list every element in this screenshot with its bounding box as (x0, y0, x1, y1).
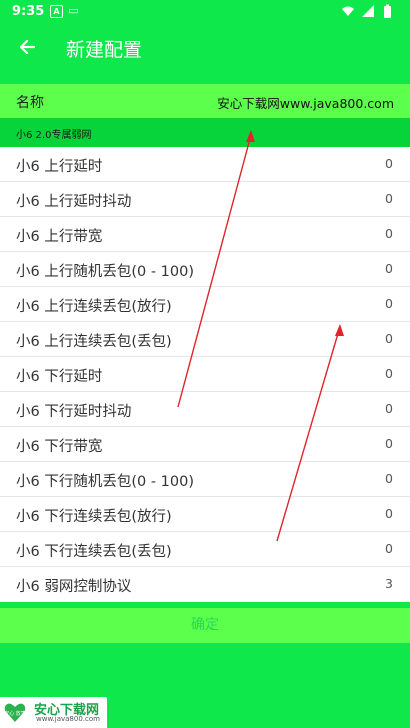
notification-b-icon: ▭ (68, 4, 79, 17)
item-label: 小6 下行随机丢包(0 - 100) (16, 474, 194, 490)
item-label: 小6 上行随机丢包(0 - 100) (16, 264, 194, 280)
item-value: 0 (385, 261, 393, 276)
item-label: 小6 下行连续丢包(丢包) (16, 544, 172, 560)
list-item[interactable]: 小6 上行带宽 0 (0, 217, 410, 252)
item-value: 0 (385, 471, 393, 486)
list-item[interactable]: 小6 上行延时 0 (0, 147, 410, 182)
item-value: 0 (385, 401, 393, 416)
item-value: 0 (385, 541, 393, 556)
list-item[interactable]: 小6 上行连续丢包(丢包) 0 (0, 322, 410, 357)
name-value[interactable]: 安心下载网www.java800.com (217, 93, 394, 112)
list-item[interactable]: 小6 下行随机丢包(0 - 100) 0 (0, 462, 410, 497)
item-label: 小6 上行延时抖动 (16, 194, 132, 210)
item-label: 小6 下行延时 (16, 369, 103, 385)
item-value: 0 (385, 156, 393, 171)
list-item[interactable]: 小6 弱网控制协议 3 (0, 567, 410, 601)
item-label: 小6 弱网控制协议 (16, 579, 132, 595)
section-title: 小6 2.0专属弱网 (16, 130, 92, 141)
section-header: 小6 2.0专属弱网 (0, 118, 410, 147)
item-value: 3 (385, 576, 393, 591)
heart-logo-icon: 安心 放害 (3, 700, 27, 724)
item-label: 小6 下行延时抖动 (16, 404, 132, 420)
app-bar: 新建配置 (0, 24, 410, 72)
list-item[interactable]: 小6 上行随机丢包(0 - 100) 0 (0, 252, 410, 287)
confirm-button[interactable]: 确定 (0, 608, 410, 643)
item-label: 小6 上行延时 (16, 159, 103, 175)
item-label: 小6 上行连续丢包(丢包) (16, 334, 172, 350)
notification-a-icon: A (50, 5, 63, 18)
item-label: 小6 下行连续丢包(放行) (16, 509, 172, 525)
item-value: 0 (385, 226, 393, 241)
list-item[interactable]: 小6 下行带宽 0 (0, 427, 410, 462)
badge-text: 安心 放害 (4, 710, 26, 717)
item-label: 小6 上行带宽 (16, 229, 103, 245)
status-time: 9:35 (12, 4, 45, 19)
back-arrow-icon[interactable] (14, 33, 42, 61)
wifi-signal-battery-icon (342, 4, 391, 18)
config-name-field[interactable]: 名称 安心下载网www.java800.com (0, 84, 410, 118)
settings-list: 小6 上行延时 0 小6 上行延时抖动 0 小6 上行带宽 0 小6 上行随机丢包(0… (0, 147, 410, 602)
item-value: 0 (385, 296, 393, 311)
item-label: 小6 下行带宽 (16, 439, 103, 455)
page-title: 新建配置 (66, 39, 143, 61)
name-label: 名称 (16, 95, 44, 111)
item-value: 0 (385, 331, 393, 346)
watermark-url: www.java800.com (36, 715, 100, 723)
watermark-logo: 安心 放害 安心下载网 www.java800.com (0, 697, 107, 728)
item-value: 0 (385, 191, 393, 206)
list-item[interactable]: 小6 上行连续丢包(放行) 0 (0, 287, 410, 322)
item-value: 0 (385, 436, 393, 451)
item-value: 0 (385, 506, 393, 521)
item-value: 0 (385, 366, 393, 381)
status-bar: 9:35 A ▭ (0, 0, 410, 24)
item-label: 小6 上行连续丢包(放行) (16, 299, 172, 315)
list-item[interactable]: 小6 下行延时 0 (0, 357, 410, 392)
list-item[interactable]: 小6 下行连续丢包(放行) 0 (0, 497, 410, 532)
list-item[interactable]: 小6 下行延时抖动 0 (0, 392, 410, 427)
status-icons (340, 4, 400, 24)
list-item[interactable]: 小6 上行延时抖动 0 (0, 182, 410, 217)
list-item[interactable]: 小6 下行连续丢包(丢包) 0 (0, 532, 410, 567)
